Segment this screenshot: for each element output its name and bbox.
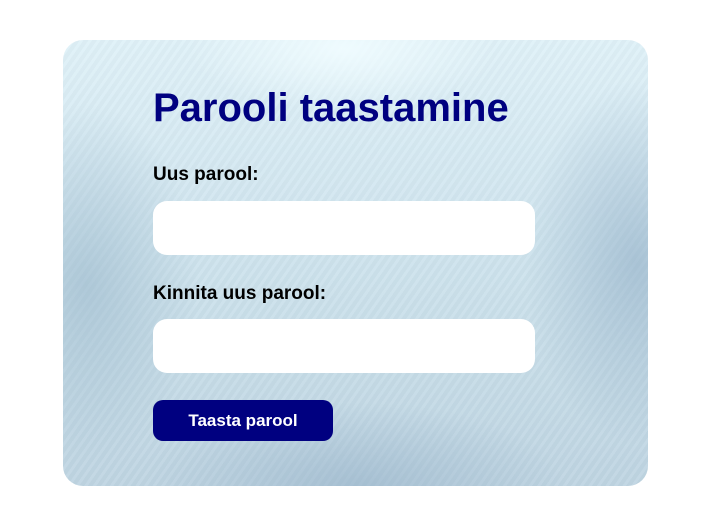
confirm-password-label: Kinnita uus parool: xyxy=(153,283,327,304)
new-password-input[interactable] xyxy=(153,201,535,255)
page-title: Parooli taastamine xyxy=(153,86,509,130)
password-reset-card: Parooli taastamine Uus parool: Kinnita u… xyxy=(63,40,648,486)
reset-password-button[interactable]: Taasta parool xyxy=(153,400,333,441)
new-password-label: Uus parool: xyxy=(153,164,259,185)
confirm-password-input[interactable] xyxy=(153,319,535,373)
